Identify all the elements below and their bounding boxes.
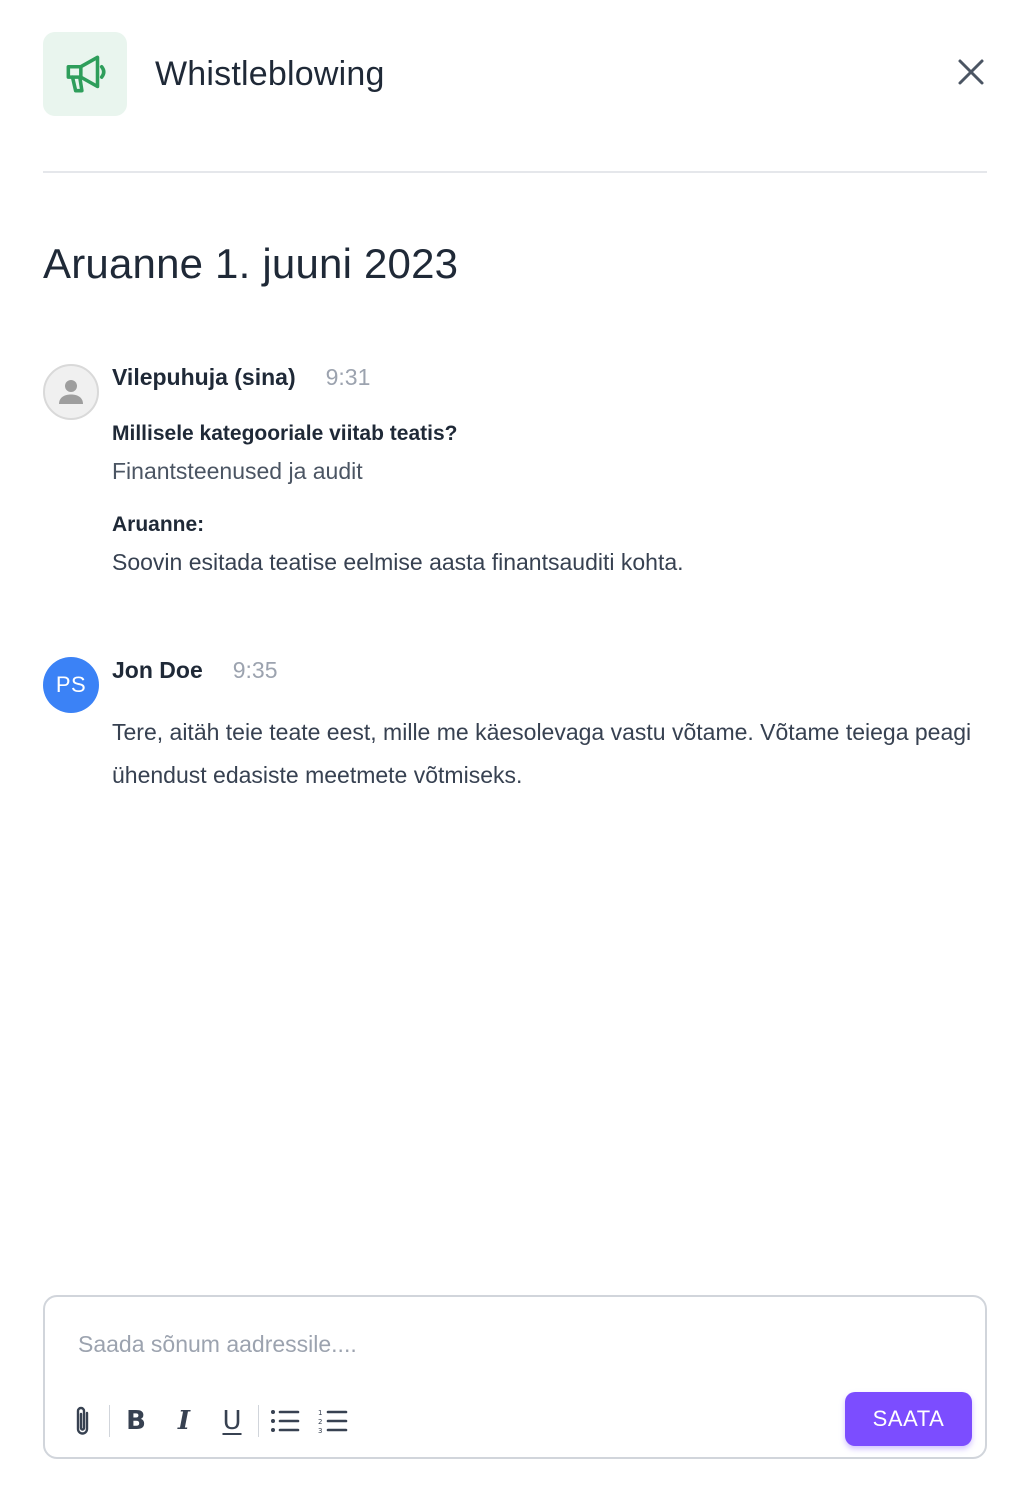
message-input[interactable] [78,1327,948,1361]
format-toolbar: B I U 1 2 3 [67,1399,349,1443]
svg-text:1: 1 [318,1409,322,1417]
attach-button[interactable] [67,1403,99,1439]
send-button[interactable]: SAATA [845,1392,972,1446]
field-value-report: Soovin esitada teatise eelmise aasta fin… [112,549,684,575]
bullet-list-button[interactable] [269,1403,301,1439]
toolbar-separator [109,1405,110,1437]
message-meta: Vilepuhuja (sina) 9:31 [112,364,982,398]
megaphone-icon [43,32,127,116]
message-body: Vilepuhuja (sina) 9:31 Millisele kategoo… [112,364,982,576]
close-icon [958,59,984,85]
message-time: 9:31 [325,364,371,390]
avatar [43,364,99,420]
message-time: 9:35 [232,657,278,683]
message-body: Jon Doe 9:35 Tere, aitäh teie teate eest… [112,657,982,797]
avatar: PS [43,657,99,713]
numbered-list-button[interactable]: 1 2 3 [317,1403,349,1439]
close-button[interactable] [955,56,987,88]
field-value-category: Finantsteenused ja audit [112,458,363,484]
whistleblowing-panel: Whistleblowing Aruanne 1. juuni 2023 Vil… [0,0,1030,1496]
app-title: Whistleblowing [155,54,385,93]
sender-name: Jon Doe [112,657,203,683]
italic-button[interactable]: I [168,1403,200,1439]
header: Whistleblowing [43,32,987,116]
header-divider [43,171,987,173]
underline-button[interactable]: U [216,1403,248,1439]
field-label-report: Aruanne: [112,513,205,536]
bold-button[interactable]: B [120,1403,152,1439]
report-title: Aruanne 1. juuni 2023 [43,240,459,287]
bullet-list-icon [271,1410,300,1432]
svg-text:3: 3 [318,1427,322,1434]
toolbar-separator [258,1405,259,1437]
message-meta: Jon Doe 9:35 [112,657,982,691]
field-label-category: Millisele kategooriale viitab teatis? [112,422,458,445]
message-composer: B I U 1 2 3 [43,1295,987,1459]
svg-text:2: 2 [318,1418,322,1426]
paperclip-icon [76,1406,89,1435]
numbered-list-icon: 1 2 3 [318,1409,348,1434]
sender-name: Vilepuhuja (sina) [112,364,296,390]
message-text: Tere, aitäh teie teate eest, mille me kä… [112,719,972,788]
user-icon [59,380,83,404]
